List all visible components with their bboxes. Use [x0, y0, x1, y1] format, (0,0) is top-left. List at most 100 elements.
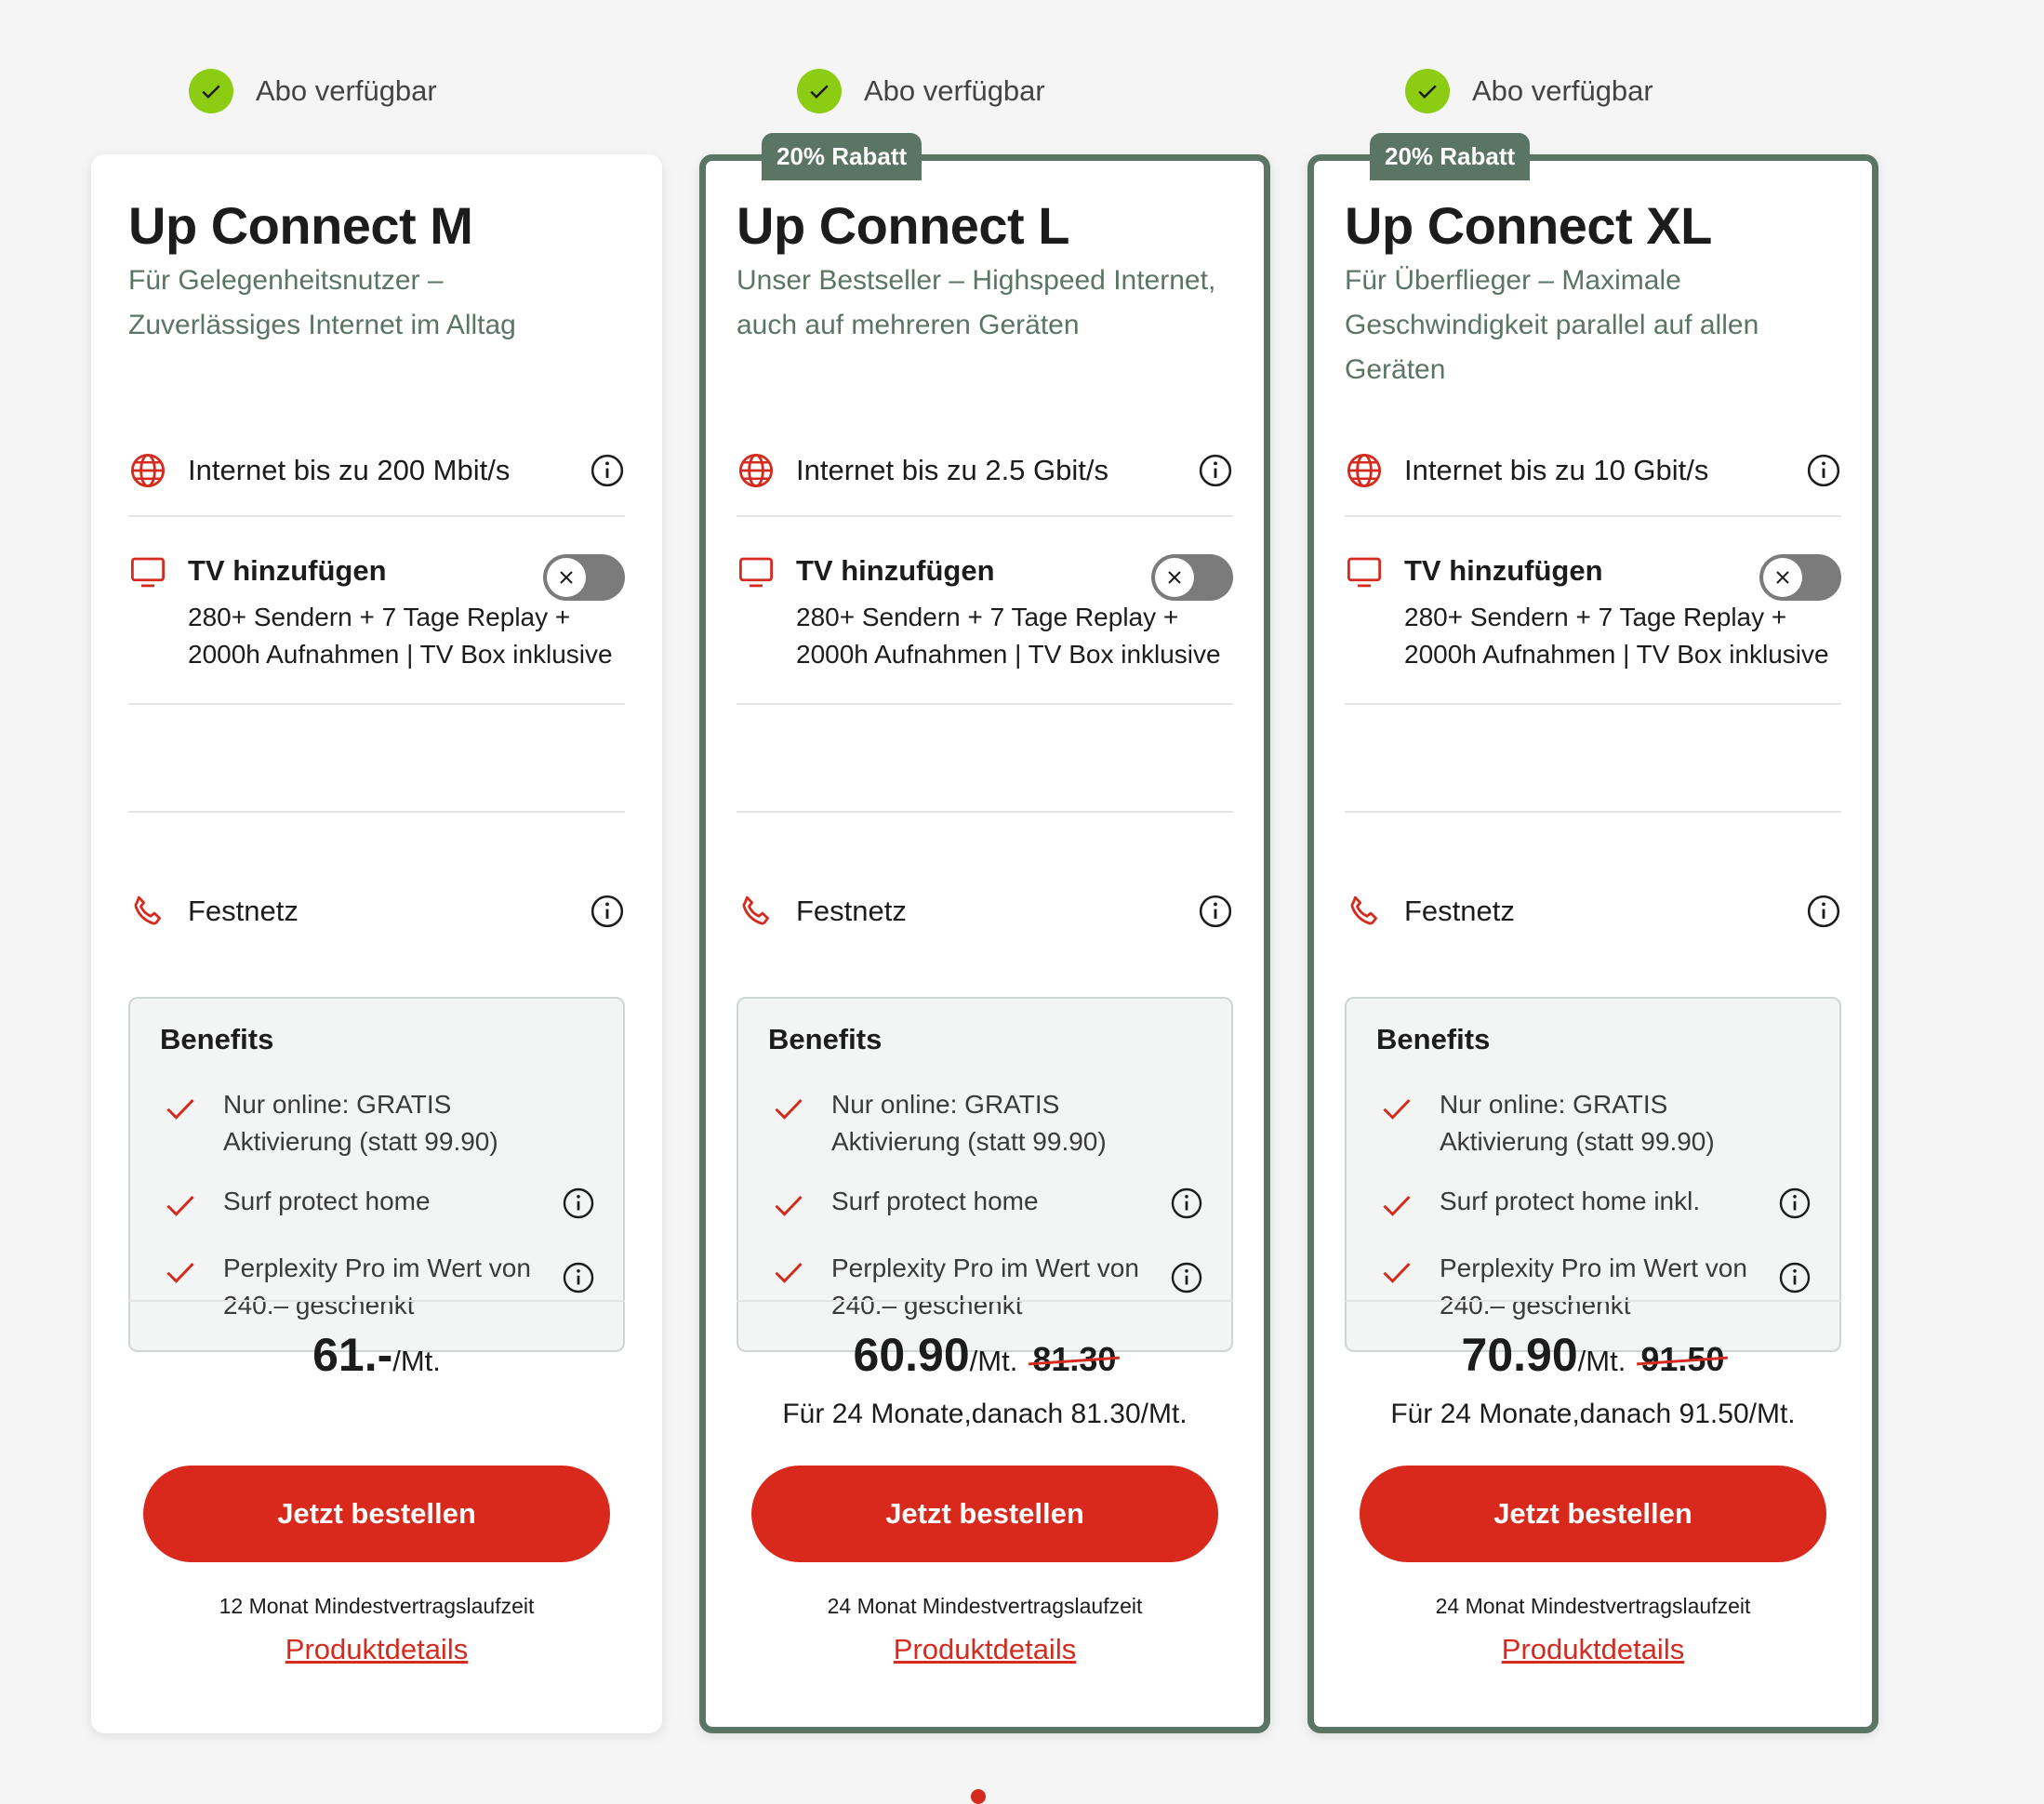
price-line: 70.90/Mt. 91.50: [1345, 1328, 1841, 1382]
tv-icon: [130, 557, 166, 588]
internet-feature: Internet bis zu 2.5 Gbit/s: [737, 443, 1233, 498]
benefits-box: Benefits Nur online: GRATIS Aktivierung …: [128, 997, 625, 1352]
price-area: 61.-/Mt.: [128, 1307, 625, 1382]
internet-feature: Internet bis zu 200 Mbit/s: [128, 443, 625, 498]
plan-title: Up Connect L: [737, 196, 1069, 255]
info-icon[interactable]: [562, 1261, 595, 1294]
benefit-text: Nur online: GRATIS Aktivierung (statt 99…: [831, 1090, 1107, 1156]
phone-label: Festnetz: [188, 895, 299, 927]
benefit-text: Nur online: GRATIS Aktivierung (statt 99…: [223, 1090, 498, 1156]
phone-icon: [1350, 895, 1377, 925]
globe-icon: [1347, 453, 1382, 488]
order-button[interactable]: Jetzt bestellen: [143, 1466, 610, 1562]
divider: [128, 515, 625, 517]
divider: [128, 1300, 625, 1302]
min-term-label: 24 Monat Mindestvertragslaufzeit: [1435, 1594, 1751, 1618]
phone-feature: Festnetz: [737, 883, 1233, 939]
info-icon[interactable]: [1198, 894, 1233, 929]
divider: [737, 515, 1233, 517]
plan-title: Up Connect XL: [1345, 196, 1712, 255]
internet-feature: Internet bis zu 10 Gbit/s: [1345, 443, 1841, 498]
plan-card-m: Up Connect M Für Gelegenheitsnutzer – Zu…: [91, 154, 662, 1733]
old-price: 91.50: [1640, 1340, 1725, 1378]
availability-label: Abo verfügbar: [256, 74, 437, 107]
availability-label: Abo verfügbar: [1472, 74, 1653, 107]
internet-speed-label: Internet bis zu 2.5 Gbit/s: [796, 454, 1109, 486]
info-icon[interactable]: [1778, 1187, 1812, 1220]
benefit-item: Surf protect home: [772, 1183, 1203, 1222]
price-amount: 61.-: [312, 1329, 393, 1381]
product-details-link[interactable]: Produktdetails: [128, 1633, 625, 1666]
check-icon: [166, 1195, 194, 1216]
close-icon: [1776, 571, 1789, 584]
order-button[interactable]: Jetzt bestellen: [751, 1466, 1218, 1562]
globe-icon: [738, 453, 774, 488]
phone-label: Festnetz: [1404, 895, 1515, 927]
tv-toggle[interactable]: [1759, 554, 1841, 601]
benefits-box: Benefits Nur online: GRATIS Aktivierung …: [737, 997, 1233, 1352]
availability-indicator: Abo verfügbar: [189, 69, 437, 113]
internet-speed-label: Internet bis zu 10 Gbit/s: [1404, 454, 1709, 486]
check-icon: [1383, 1262, 1411, 1283]
phone-feature: Festnetz: [128, 883, 625, 939]
close-icon: [1168, 571, 1181, 584]
globe-icon: [130, 453, 166, 488]
info-icon[interactable]: [1170, 1187, 1203, 1220]
price-amount: 70.90: [1461, 1329, 1578, 1381]
divider: [737, 1300, 1233, 1302]
info-icon[interactable]: [1198, 453, 1233, 488]
divider: [737, 703, 1233, 705]
benefit-item: Surf protect home: [164, 1183, 595, 1222]
info-icon[interactable]: [1778, 1261, 1812, 1294]
check-icon: [1383, 1098, 1411, 1120]
price-unit: /Mt.: [969, 1345, 1018, 1377]
tv-toggle[interactable]: [1151, 554, 1233, 601]
order-button[interactable]: Jetzt bestellen: [1360, 1466, 1826, 1562]
min-term-label: 24 Monat Mindestvertragslaufzeit: [827, 1594, 1143, 1618]
info-icon[interactable]: [1806, 453, 1841, 488]
check-circle-icon: [797, 69, 842, 113]
benefits-title: Benefits: [1376, 1023, 1491, 1055]
plan-card-xl: 20% Rabatt Up Connect XL Für Überflieger…: [1307, 133, 1878, 1733]
check-circle-icon: [1405, 69, 1450, 113]
plan-card-l: 20% Rabatt Up Connect L Unser Bestseller…: [699, 133, 1270, 1733]
plan-title: Up Connect M: [128, 196, 473, 255]
price-line: 61.-/Mt.: [128, 1328, 625, 1382]
info-icon[interactable]: [590, 894, 625, 929]
carousel-dot[interactable]: [971, 1789, 986, 1804]
benefits-title: Benefits: [160, 1023, 274, 1055]
product-details-link[interactable]: Produktdetails: [1345, 1633, 1841, 1666]
benefit-text: Nur online: GRATIS Aktivierung (statt 99…: [1440, 1090, 1715, 1156]
tv-icon: [738, 557, 774, 588]
divider: [1345, 811, 1841, 813]
info-icon[interactable]: [562, 1187, 595, 1220]
check-icon: [166, 1262, 194, 1283]
tv-toggle[interactable]: [543, 554, 625, 601]
info-icon[interactable]: [1806, 894, 1841, 929]
price-note: Für 24 Monate,danach 91.50/Mt.: [1390, 1399, 1796, 1429]
price-area: 70.90/Mt. 91.50 Für 24 Monate,danach 91.5…: [1345, 1307, 1841, 1430]
info-icon[interactable]: [590, 453, 625, 488]
benefit-text: Surf protect home: [831, 1187, 1039, 1215]
tv-description: 280+ Sendern + 7 Tage Replay + 2000h Auf…: [188, 603, 613, 669]
check-circle-icon: [189, 69, 233, 113]
internet-speed-label: Internet bis zu 200 Mbit/s: [188, 454, 511, 486]
benefit-text: Surf protect home inkl.: [1440, 1187, 1701, 1215]
product-details-link[interactable]: Produktdetails: [737, 1633, 1233, 1666]
min-term-label: 12 Monat Mindestvertragslaufzeit: [219, 1594, 535, 1618]
benefits-box: Benefits Nur online: GRATIS Aktivierung …: [1345, 997, 1841, 1352]
divider: [1345, 703, 1841, 705]
tv-icon: [1347, 557, 1382, 588]
price-area: 60.90/Mt. 81.30 Für 24 Monate,danach 81.3…: [737, 1307, 1233, 1430]
divider: [128, 811, 625, 813]
phone-icon: [134, 895, 161, 925]
plan-subtitle: Für Gelegenheitsnutzer – Zuverlässiges I…: [128, 265, 516, 340]
divider: [128, 703, 625, 705]
benefit-item: Nur online: GRATIS Aktivierung (statt 99…: [164, 1086, 595, 1161]
check-icon: [166, 1098, 194, 1120]
availability-label: Abo verfügbar: [864, 74, 1045, 107]
price-unit: /Mt.: [392, 1345, 441, 1377]
benefits-title: Benefits: [768, 1023, 883, 1055]
info-icon[interactable]: [1170, 1261, 1203, 1294]
plan-subtitle: Unser Bestseller – Highspeed Internet, a…: [737, 265, 1216, 340]
